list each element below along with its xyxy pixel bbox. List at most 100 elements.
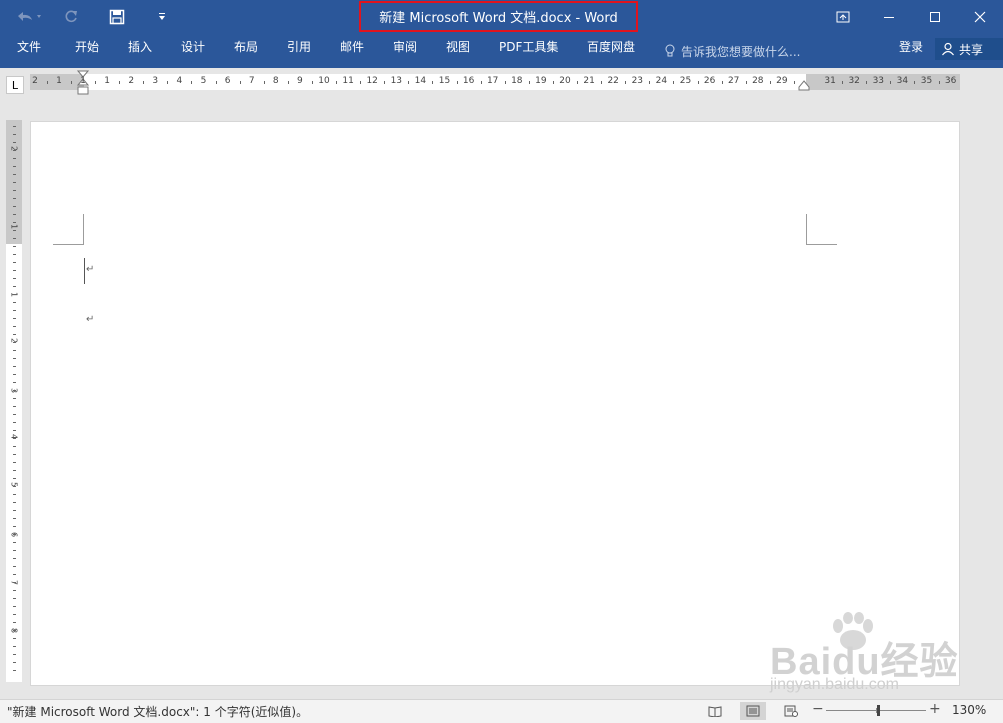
vertical-ruler-tick xyxy=(13,326,16,327)
ruler-tick xyxy=(721,81,723,84)
ruler-tick xyxy=(697,81,699,84)
ruler-tick xyxy=(143,81,145,84)
document-page[interactable]: ↵ ↵ xyxy=(30,121,960,686)
zoom-slider[interactable] xyxy=(826,705,926,716)
vertical-ruler-tick xyxy=(13,534,16,535)
ruler-tick xyxy=(408,81,410,84)
customize-qat-icon xyxy=(159,13,165,20)
ruler-number: 1 xyxy=(56,76,62,86)
ruler-number: 2 xyxy=(32,76,38,86)
crop-mark-right xyxy=(806,214,837,245)
tab-insert[interactable]: 插入 xyxy=(128,34,152,68)
ruler-number: 4 xyxy=(176,76,183,86)
vertical-ruler-tick xyxy=(13,246,16,247)
word-count-status[interactable]: "新建 Microsoft Word 文档.docx": 1 个字符(近似值)。 xyxy=(7,703,308,720)
ruler-tick xyxy=(191,81,193,84)
vertical-ruler-tick xyxy=(13,334,16,335)
ruler-number: 19 xyxy=(535,76,547,86)
vertical-ruler-tick xyxy=(13,638,16,639)
tab-review[interactable]: 审阅 xyxy=(393,34,417,68)
vertical-ruler-tick xyxy=(13,302,16,303)
tab-mailings[interactable]: 邮件 xyxy=(340,34,364,68)
tab-view[interactable]: 视图 xyxy=(446,34,470,68)
zoom-level[interactable]: 130% xyxy=(952,703,986,717)
ruler-number: 14 xyxy=(414,76,427,86)
zoom-slider-thumb[interactable] xyxy=(877,705,880,716)
vertical-ruler-tick xyxy=(13,478,16,479)
ruler-number: 34 xyxy=(896,76,909,86)
print-layout-button[interactable] xyxy=(740,702,766,720)
ruler-tick xyxy=(311,81,313,84)
ruler-tick xyxy=(938,81,940,84)
web-layout-icon xyxy=(784,705,798,717)
tab-file[interactable]: 文件 xyxy=(17,34,41,68)
ruler-tick xyxy=(528,81,530,84)
vertical-ruler-tick xyxy=(13,582,16,583)
ruler-number: 13 xyxy=(390,76,403,86)
sign-in-link[interactable]: 登录 xyxy=(899,34,923,68)
ribbon-tabs: 文件 开始 插入 设计 布局 引用 邮件 审阅 视图 PDF工具集 百度网盘 告… xyxy=(0,34,1003,68)
web-layout-button[interactable] xyxy=(778,702,804,720)
ruler-tick xyxy=(793,81,795,84)
vertical-ruler-tick xyxy=(13,398,16,399)
vertical-ruler-tick xyxy=(13,414,16,415)
minimize-button[interactable] xyxy=(866,0,912,34)
zoom-out-button[interactable]: − xyxy=(812,701,824,717)
close-button[interactable] xyxy=(957,0,1003,34)
tab-references[interactable]: 引用 xyxy=(287,34,311,68)
vertical-ruler-tick xyxy=(13,150,16,151)
print-layout-icon xyxy=(746,705,760,717)
vertical-ruler-tick xyxy=(13,286,16,287)
maximize-button[interactable] xyxy=(912,0,958,34)
ruler-number: 36 xyxy=(944,76,957,86)
ruler-number: 8 xyxy=(272,76,279,86)
vertical-ruler-tick xyxy=(13,590,16,591)
ruler-number: 29 xyxy=(776,76,788,86)
text-cursor xyxy=(84,258,85,284)
vertical-ruler-tick xyxy=(13,526,16,527)
ruler-tick xyxy=(625,81,627,84)
ruler-tick xyxy=(384,81,386,84)
tab-pdf-tools[interactable]: PDF工具集 xyxy=(499,34,558,68)
share-button[interactable]: 共享 xyxy=(935,38,1003,60)
undo-button[interactable] xyxy=(12,6,46,28)
ribbon-display-options-button[interactable] xyxy=(820,0,866,34)
save-button[interactable] xyxy=(104,6,130,28)
vertical-ruler[interactable]: 2112345678 xyxy=(6,120,22,682)
tab-layout[interactable]: 布局 xyxy=(234,34,258,68)
ruler-tick xyxy=(480,81,482,84)
read-mode-button[interactable] xyxy=(702,702,728,720)
vertical-ruler-tick xyxy=(13,318,16,319)
ruler-number: 5 xyxy=(200,76,207,86)
tab-selector-button[interactable]: L xyxy=(6,76,24,94)
right-indent-marker-icon[interactable] xyxy=(798,80,810,91)
ruler-number: 28 xyxy=(752,76,764,86)
ruler-tick xyxy=(504,81,506,84)
vertical-ruler-tick xyxy=(13,238,16,239)
ruler-number: 32 xyxy=(848,76,860,86)
vertical-ruler-tick xyxy=(13,422,16,423)
ruler-number: 24 xyxy=(655,76,668,86)
zoom-in-button[interactable]: + xyxy=(929,701,941,717)
redo-button[interactable] xyxy=(58,6,84,28)
close-icon xyxy=(974,11,986,23)
tab-home[interactable]: 开始 xyxy=(75,34,99,68)
tab-design[interactable]: 设计 xyxy=(181,34,205,68)
title-bar: 新建 Microsoft Word 文档.docx - Word xyxy=(0,0,1003,34)
ruler-tick xyxy=(95,81,96,84)
vertical-ruler-tick xyxy=(13,470,16,471)
horizontal-ruler[interactable]: 2 1 1 1 2 3 4 5 6 7 8 9 10 11 12 13 14 15 16 17 18 19 20 21 22 23… xyxy=(30,70,960,95)
ruler-number: 25 xyxy=(679,76,692,86)
ruler-number: 31 xyxy=(824,76,836,86)
ruler-number: 21 xyxy=(583,76,595,86)
ruler-tick xyxy=(215,81,217,84)
vertical-ruler-tick xyxy=(13,438,16,439)
ruler-number: 16 xyxy=(462,76,475,86)
customize-qat-button[interactable] xyxy=(150,6,174,28)
vertical-ruler-tick xyxy=(13,566,16,567)
person-icon xyxy=(942,42,954,56)
tell-me-box[interactable]: 告诉我您想要做什么... xyxy=(664,40,800,62)
ruler-tick xyxy=(287,81,289,84)
tab-baidu-netdisk[interactable]: 百度网盘 xyxy=(587,34,635,68)
tell-me-placeholder: 告诉我您想要做什么... xyxy=(681,44,801,59)
